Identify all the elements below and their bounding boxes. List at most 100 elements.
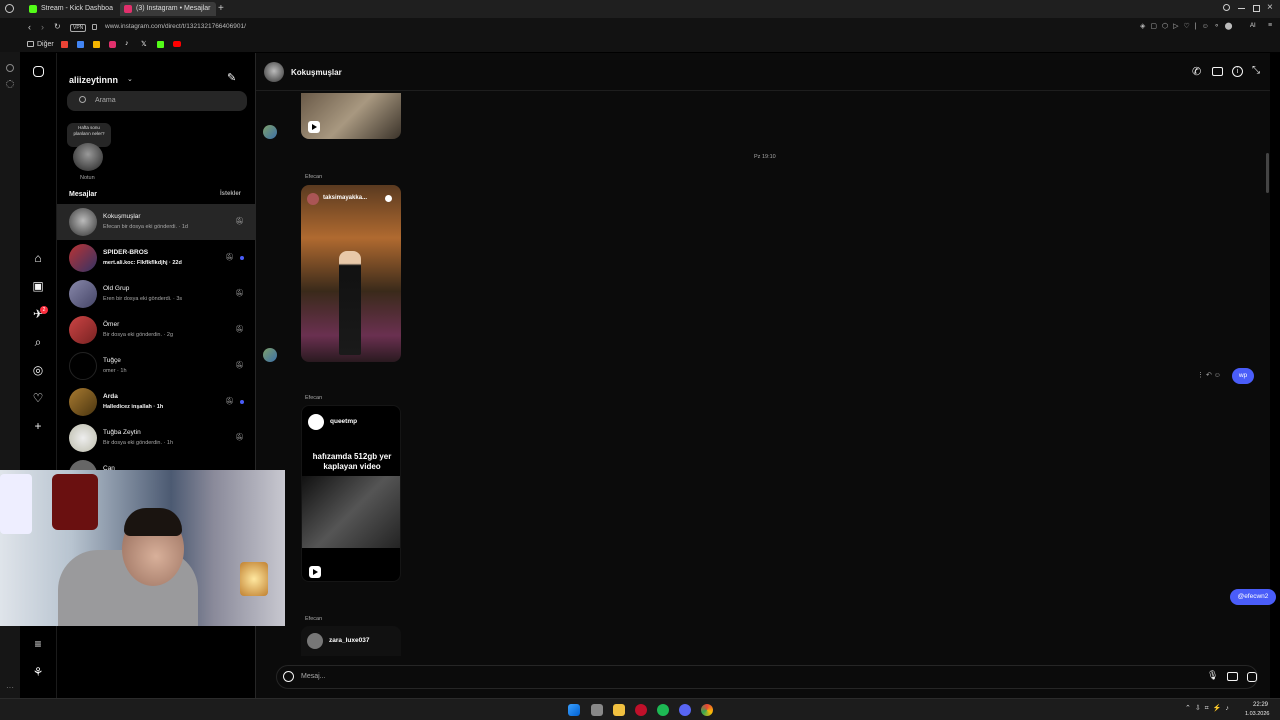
unread-dot: [240, 256, 244, 260]
conversation-row[interactable]: Kokuşmuşlar Efecan bir dosya eki gönderd…: [57, 204, 256, 240]
muted-bell-icon: 🔕︎: [235, 326, 244, 333]
threads-icon[interactable]: ⚘: [31, 665, 45, 679]
sent-message-text: @efecwn2: [1237, 593, 1269, 600]
shared-post[interactable]: taksimayakka...: [301, 185, 401, 362]
phone-icon[interactable]: ✆: [1192, 65, 1201, 78]
file-explorer-icon[interactable]: [613, 704, 625, 716]
tab-instagram[interactable]: (3) Instagram • Mesajlar: [120, 2, 216, 16]
search-nav-icon[interactable]: ⌕: [31, 335, 45, 349]
search-box[interactable]: Arama: [67, 91, 247, 111]
extensions-icons[interactable]: ◈▢⬡▷♡|☺⚬⬤: [1140, 22, 1237, 30]
explore-icon[interactable]: ◎: [31, 363, 45, 377]
chat-thread: Kokuşmuşlar ✆ i ⤡ Pz 19:10 Efecan taksim…: [256, 53, 1276, 698]
youtube-icon[interactable]: [173, 41, 181, 47]
microphone-icon[interactable]: 🎙︎: [1207, 670, 1218, 681]
conversation-preview: Halledicez inşallah · 1h: [103, 404, 164, 410]
conversation-row[interactable]: Old Grup Eren bir dosya eki gönderdi. · …: [57, 276, 256, 312]
avatar: [69, 388, 97, 416]
more-icon[interactable]: ···: [6, 683, 14, 692]
message-actions[interactable]: ⋮ ↶ ☺: [1197, 371, 1221, 379]
restore-icon[interactable]: [1253, 5, 1260, 12]
image-upload-icon[interactable]: [1227, 672, 1238, 681]
streamer-hair: [124, 508, 182, 536]
info-icon[interactable]: i: [1232, 66, 1243, 77]
url-field[interactable]: www.instagram.com/direct/t/1321321766406…: [105, 23, 246, 30]
chevron-down-icon[interactable]: ⌄: [127, 75, 133, 83]
translate-icon[interactable]: [77, 41, 84, 48]
conversation-preview: Bir dosya eki gönderdin. · 1h: [103, 440, 174, 446]
bookmark-icon[interactable]: [93, 41, 100, 48]
chat-avatar[interactable]: [264, 62, 284, 82]
note-avatar[interactable]: [73, 143, 103, 171]
kick-bookmark-icon[interactable]: [157, 41, 164, 48]
tab-kick[interactable]: Stream - Kick Dashboa: [25, 2, 117, 16]
more-menu-icon[interactable]: ≡: [31, 637, 45, 651]
emoji-icon[interactable]: [283, 671, 294, 682]
conversation-row[interactable]: SPIDER-BROS mert.ali.koc: Flkflkflkdjhj …: [57, 240, 256, 276]
tiktok-icon[interactable]: ♪: [125, 40, 129, 47]
history-icon[interactable]: [6, 64, 14, 72]
minimize-chat-icon[interactable]: ⤡: [1252, 65, 1260, 76]
clock-time[interactable]: 22:29: [1253, 702, 1268, 708]
notifications-heart-icon[interactable]: ♡: [31, 391, 45, 405]
new-message-icon[interactable]: ✎: [227, 71, 236, 84]
lamp: [240, 562, 268, 596]
chrome-icon[interactable]: [701, 704, 713, 716]
windows-start-icon[interactable]: [568, 704, 580, 716]
video-call-icon[interactable]: [1212, 67, 1223, 76]
system-tray-icons[interactable]: ⌃⇩⌗⚡♪: [1185, 704, 1233, 713]
media-message[interactable]: [301, 93, 401, 139]
search-icon[interactable]: [1223, 4, 1230, 11]
settings-icon[interactable]: [6, 80, 14, 88]
sender-name: Efecan: [305, 174, 323, 180]
sent-message[interactable]: @efecwn2: [1230, 589, 1276, 605]
create-plus-icon[interactable]: +: [31, 419, 45, 433]
username-header[interactable]: aliizeytinnn: [69, 75, 118, 85]
instagram-bookmark-icon[interactable]: [109, 41, 116, 48]
reels-icon[interactable]: ▣: [31, 279, 45, 293]
conversation-preview: mert.ali.koc: Flkflkflkdjhj · 22d: [103, 260, 182, 266]
ai-button[interactable]: AI: [1250, 23, 1256, 29]
sticker-icon[interactable]: [1247, 672, 1257, 682]
messages-heading: Mesajlar: [69, 191, 98, 198]
home-icon[interactable]: ⌂: [31, 251, 45, 265]
message-composer[interactable]: Mesaj... 🎙︎: [276, 665, 1258, 689]
spotify-icon[interactable]: [657, 704, 669, 716]
forward-arrow-icon[interactable]: ›: [41, 22, 44, 32]
chat-title[interactable]: Kokuşmuşlar: [291, 68, 342, 77]
back-arrow-icon[interactable]: ‹: [28, 22, 31, 32]
close-window-icon[interactable]: ×: [1267, 2, 1273, 13]
instagram-icon: [124, 5, 132, 13]
scrollbar[interactable]: [1266, 153, 1269, 193]
sender-avatar: [263, 125, 277, 139]
task-view-icon[interactable]: [591, 704, 603, 716]
requests-link[interactable]: İstekler: [220, 191, 241, 197]
conversation-row[interactable]: Tuğçe omer · 1h 🔕︎: [57, 348, 256, 384]
conversation-preview: omer · 1h: [103, 368, 127, 374]
x-icon[interactable]: 𝕏: [141, 40, 147, 48]
conversation-row[interactable]: Ömer Bir dosya eki gönderdin. · 2g 🔕︎: [57, 312, 256, 348]
conversation-name: SPIDER-BROS: [103, 249, 149, 256]
shared-post[interactable]: zara_luxe037: [301, 626, 401, 656]
jersey-red: [52, 474, 98, 530]
clock-date[interactable]: 1.03.2026: [1245, 711, 1269, 717]
post-author: taksimayakka...: [323, 195, 368, 201]
opera-logo-icon[interactable]: [5, 4, 14, 13]
discord-icon[interactable]: [679, 704, 691, 716]
verified-badge-icon: [385, 195, 392, 202]
bookmark-folder-label[interactable]: Diğer: [37, 41, 54, 48]
reload-icon[interactable]: ↻: [54, 22, 61, 31]
new-tab-plus-icon[interactable]: +: [218, 3, 224, 14]
conversation-name: Tuğçe: [103, 357, 121, 364]
gmail-icon[interactable]: [61, 41, 68, 48]
instagram-logo-icon[interactable]: [33, 66, 44, 77]
menu-icon[interactable]: ≡: [1268, 22, 1272, 29]
sent-message[interactable]: wp: [1232, 368, 1254, 384]
opera-taskbar-icon[interactable]: [635, 704, 647, 716]
conversation-row[interactable]: Arda Halledicez inşallah · 1h 🔕︎: [57, 384, 256, 420]
conversation-row[interactable]: Tuğba Zeytin Bir dosya eki gönderdin. · …: [57, 420, 256, 456]
shared-post[interactable]: queetmp hafızamda 512gb yer kaplayan vid…: [301, 405, 401, 582]
vpn-badge[interactable]: VPN: [70, 24, 87, 32]
minimize-icon[interactable]: [1238, 8, 1245, 9]
folder-icon[interactable]: [27, 41, 34, 47]
